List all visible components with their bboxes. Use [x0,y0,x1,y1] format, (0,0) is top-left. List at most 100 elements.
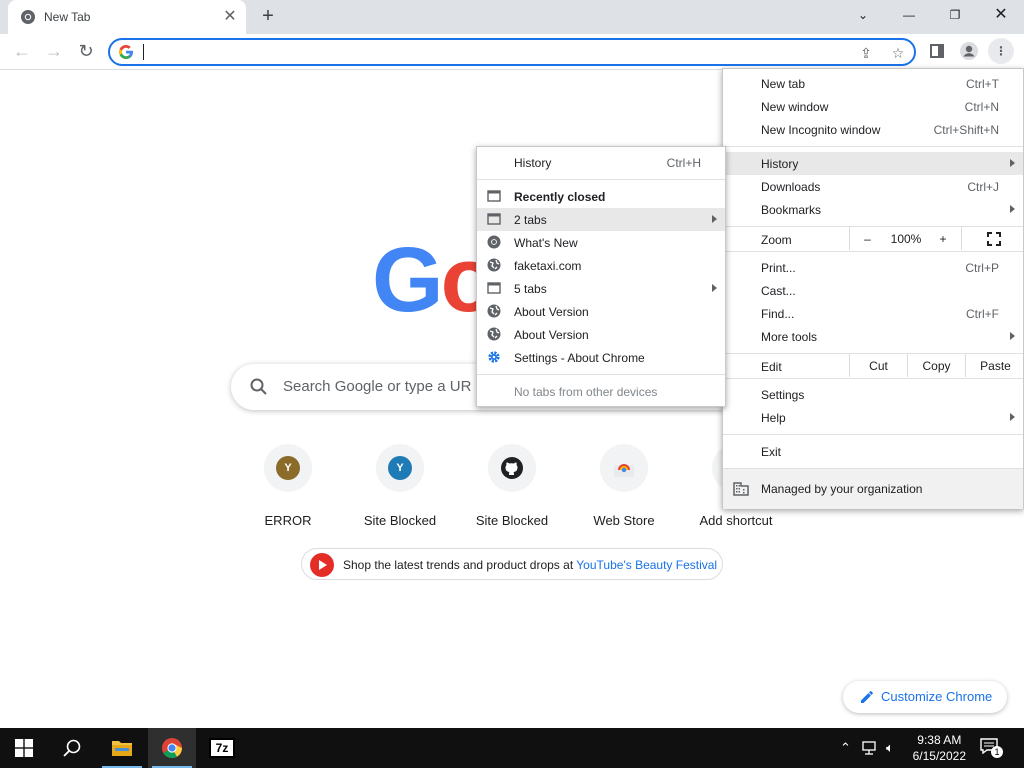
volume-icon[interactable]: 🔈︎ [886,740,894,756]
youtube-icon [310,553,334,577]
cut-button[interactable]: Cut [849,354,907,377]
customize-chrome-button[interactable]: Customize Chrome [843,681,1007,713]
menu-item-edit: Edit Cut Copy Paste [723,354,1023,378]
zoom-in-button[interactable]: + [927,227,959,250]
menu-item-history[interactable]: History [723,152,1023,175]
close-window-button[interactable]: ✕ [978,0,1024,30]
menu-item-new-incognito[interactable]: New Incognito window Ctrl+Shift+N [723,118,1023,141]
menu-item-bookmarks[interactable]: Bookmarks [723,198,1023,221]
promo-link[interactable]: YouTube's Beauty Festival [576,558,717,572]
chevron-up-icon[interactable]: ⌃ [840,740,851,756]
globe-icon [487,304,501,318]
omnibox[interactable]: ⇪ ☆ [108,38,916,66]
history-submenu: History Ctrl+H Recently closed 2 tabs Wha… [476,146,726,407]
clock-time: 9:38 AM [917,733,962,747]
menu-item-find[interactable]: Find... Ctrl+F [723,302,1023,325]
promo-banner[interactable]: Shop the latest trends and product drops… [301,548,723,580]
menu-item-new-tab[interactable]: New tab Ctrl+T [723,72,1023,95]
submenu-arrow-icon [1010,159,1015,167]
fullscreen-icon [986,232,1001,246]
globe-icon [487,327,501,341]
menu-item-settings[interactable]: Settings [723,383,1023,406]
recently-closed-item[interactable]: 5 tabs [477,277,725,300]
menu-separator [723,251,1023,252]
recently-closed-item[interactable]: What's New [477,231,725,254]
share-icon[interactable]: ⇪ [856,43,876,63]
network-icon[interactable] [862,741,878,755]
shortcut-tile[interactable]: Web Store [568,444,680,528]
chrome-menu-icon[interactable]: ⋮ [988,38,1014,64]
notification-center-icon[interactable]: 1 [980,738,1003,758]
omnibox-input[interactable] [146,43,846,61]
search-placeholder: Search Google or type a UR [283,378,472,395]
search-icon [250,378,267,395]
menu-separator [477,179,725,180]
chrome-icon [21,10,35,24]
7zip-icon[interactable]: 7z [198,728,246,768]
recently-closed-item[interactable]: About Version [477,323,725,346]
shortcut-label: Site Blocked [475,513,549,528]
side-panel-icon[interactable] [924,38,950,64]
paste-button[interactable]: Paste [965,354,1024,377]
chrome-icon[interactable] [148,728,196,768]
fullscreen-button[interactable] [961,227,1024,250]
notification-count: 1 [991,746,1003,758]
start-icon[interactable] [0,728,48,768]
bookmark-star-icon[interactable]: ☆ [888,43,908,63]
back-icon[interactable]: ← [8,37,36,65]
copy-button[interactable]: Copy [907,354,965,377]
site-initial-icon: Y [276,456,300,480]
close-tab-icon[interactable]: ✕ [220,7,240,27]
tab-new-tab[interactable]: New Tab ✕ [8,0,246,34]
no-tabs-other-devices: No tabs from other devices [514,385,658,399]
recently-closed-header: Recently closed [477,185,725,208]
shortcut-label: Add shortcut [699,513,773,528]
recently-closed-item[interactable]: 2 tabs [477,208,725,231]
window-icon [487,190,501,202]
recently-closed-item[interactable]: Settings - About Chrome [477,346,725,369]
shortcut-tile[interactable]: Y ERROR [232,444,344,528]
profile-avatar-icon[interactable] [956,38,982,64]
search-icon[interactable] [48,728,96,768]
menu-separator [723,146,1023,147]
shortcut-tile[interactable]: Y Site Blocked [344,444,456,528]
toolbar: ← → ↻ ⇪ ☆ ⋮ [0,34,1024,70]
submenu-arrow-icon [712,284,717,292]
menu-separator [723,434,1023,435]
menu-item-downloads[interactable]: Downloads Ctrl+J [723,175,1023,198]
menu-item-print[interactable]: Print... Ctrl+P [723,256,1023,279]
shortcut-tile[interactable]: Site Blocked [456,444,568,528]
taskbar: 7z ⌃ 🔈︎ 9:38 AM 6/15/2022 1 [0,728,1024,768]
chrome-main-menu: New tab Ctrl+T New window Ctrl+N New Incog… [722,68,1024,509]
submenu-arrow-icon [1010,413,1015,421]
forward-icon[interactable]: → [40,37,68,65]
history-item[interactable]: History Ctrl+H [477,151,725,174]
submenu-arrow-icon [1010,205,1015,213]
menu-item-more-tools[interactable]: More tools [723,325,1023,348]
new-tab-button[interactable]: + [256,5,280,29]
recently-closed-item[interactable]: About Version [477,300,725,323]
globe-icon [487,258,501,272]
restore-button[interactable]: ❐ [932,0,978,30]
clock[interactable]: 9:38 AM 6/15/2022 [913,732,966,764]
menu-item-help[interactable]: Help [723,406,1023,429]
menu-item-cast[interactable]: Cast... [723,279,1023,302]
pencil-icon [861,691,873,703]
zoom-out-button[interactable]: – [849,227,885,250]
building-icon [733,482,749,496]
file-explorer-icon[interactable] [98,728,146,768]
text-caret [143,44,144,60]
managed-by-org[interactable]: Managed by your organization [723,468,1023,509]
menu-item-new-window[interactable]: New window Ctrl+N [723,95,1023,118]
menu-item-exit[interactable]: Exit [723,440,1023,463]
site-initial-icon: Y [388,456,412,480]
recently-closed-item[interactable]: faketaxi.com [477,254,725,277]
menu-item-zoom: Zoom – 100% + [723,227,1023,251]
tab-search-icon[interactable]: ⌄ [840,0,886,30]
menu-separator [723,378,1023,379]
promo-text: Shop the latest trends and product drops… [343,558,718,572]
shortcut-label: ERROR [264,513,312,528]
reload-icon[interactable]: ↻ [72,37,100,65]
minimize-button[interactable]: — [886,0,932,30]
gear-icon [488,351,500,363]
